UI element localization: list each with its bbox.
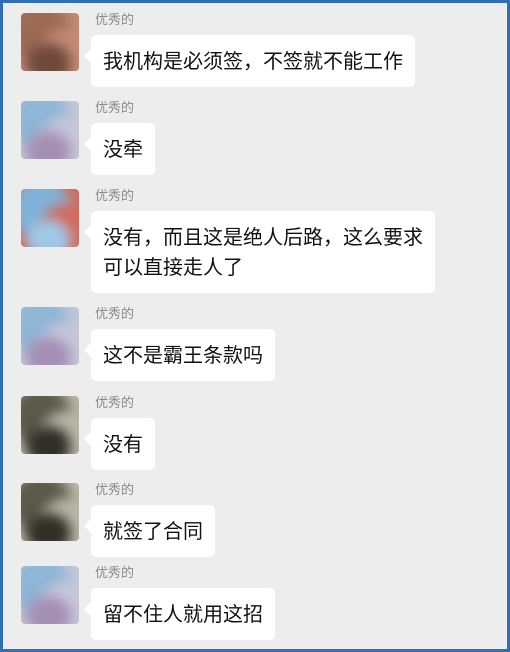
- sender-name: 优秀的: [95, 396, 135, 411]
- message-bubble[interactable]: 我机构是必须签，不签就不能工作: [84, 35, 415, 87]
- message-list: 优秀的 我机构是必须签，不签就不能工作 优秀的 没牵 优秀的 没有，而且这是绝人…: [3, 3, 507, 649]
- sender-name: 优秀的: [95, 483, 135, 498]
- avatar[interactable]: [21, 566, 79, 624]
- sender-name: 优秀的: [95, 566, 135, 581]
- message-bubble[interactable]: 这不是霸王条款吗: [84, 329, 275, 381]
- message-bubble[interactable]: 没有，而且这是绝人后路，这么要求可以直接走人了: [84, 211, 435, 293]
- sender-name: 优秀的: [95, 189, 135, 204]
- sender-name: 优秀的: [95, 307, 135, 322]
- message-bubble[interactable]: 没牵: [84, 123, 155, 175]
- avatar[interactable]: [21, 13, 79, 71]
- sender-name: 优秀的: [95, 101, 135, 116]
- message-bubble[interactable]: 留不住人就用这招: [84, 588, 275, 640]
- avatar[interactable]: [21, 101, 79, 159]
- avatar[interactable]: [21, 396, 79, 454]
- message-bubble[interactable]: 就签了合同: [84, 505, 215, 557]
- avatar[interactable]: [21, 189, 79, 247]
- chat-window: 优秀的 我机构是必须签，不签就不能工作 优秀的 没牵 优秀的 没有，而且这是绝人…: [0, 0, 510, 652]
- avatar[interactable]: [21, 307, 79, 365]
- avatar[interactable]: [21, 483, 79, 541]
- sender-name: 优秀的: [95, 13, 135, 28]
- message-bubble[interactable]: 没有: [84, 418, 155, 470]
